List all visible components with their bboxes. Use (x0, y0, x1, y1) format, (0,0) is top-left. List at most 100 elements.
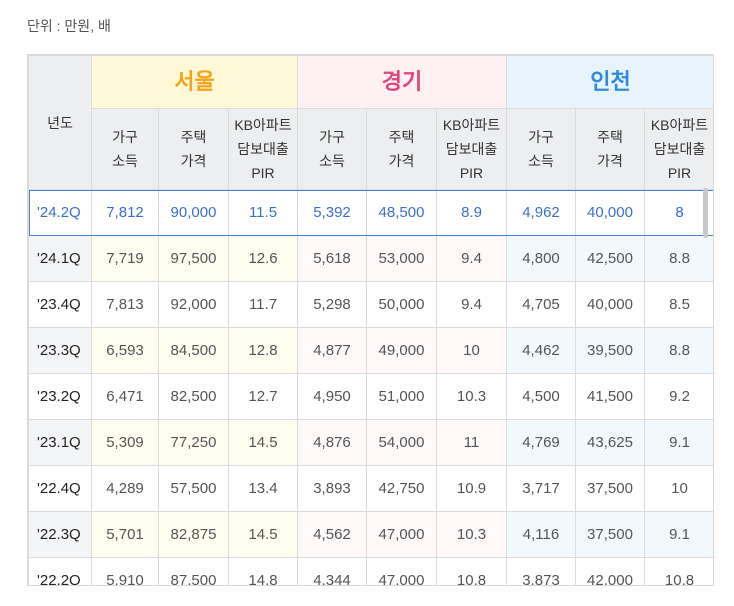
value-cell: 4,500 (506, 373, 576, 420)
subcol-header-line: KB아파트 (650, 117, 709, 133)
value-cell: 5,701 (91, 511, 159, 558)
value-cell: 9.1 (644, 419, 713, 466)
value-cell: 42,750 (366, 465, 437, 512)
value-cell: 4,769 (506, 419, 576, 466)
value-cell: 12.6 (228, 235, 298, 282)
value-cell: 54,000 (366, 419, 437, 466)
value-cell: 7,812 (91, 189, 159, 236)
year-cell: '23.4Q (28, 281, 92, 328)
scrollbar-thumb[interactable] (703, 188, 708, 238)
value-cell: 41,500 (575, 373, 645, 420)
value-cell: 4,289 (91, 465, 159, 512)
year-header: 년도 (28, 55, 92, 190)
subcol-header-line: 가구 (112, 129, 138, 145)
value-cell: 47,000 (366, 557, 437, 585)
subcol-header-line: 담보대출 (653, 141, 706, 157)
subcol-header-line: 주택 (388, 129, 415, 145)
table-row[interactable]: '24.1Q 7,719 97,500 12.6 5,618 53,000 9.4 4,800… (28, 235, 713, 282)
value-cell: 3,873 (506, 557, 576, 585)
year-cell: '23.3Q (28, 327, 92, 374)
value-cell: 8.8 (644, 235, 713, 282)
value-cell: 4,344 (297, 557, 367, 585)
value-cell: 5,298 (297, 281, 367, 328)
year-cell: '22.2Q (28, 557, 92, 585)
value-cell: 87,500 (158, 557, 229, 585)
subcol-header-line: 가구 (528, 129, 554, 145)
subcol-header-line: PIR (667, 165, 692, 181)
value-cell: 7,813 (91, 281, 159, 328)
value-cell: 10.8 (644, 557, 713, 585)
subcol-header-line: 가격 (388, 153, 415, 169)
table-row[interactable]: '24.2Q 7,812 90,000 11.5 5,392 48,500 8.9 4,962… (28, 189, 713, 236)
value-cell: 39,500 (575, 327, 645, 374)
table-row[interactable]: '23.4Q 7,813 92,000 11.7 5,298 50,000 9.4 4,705… (28, 281, 713, 328)
value-cell: 14.8 (228, 557, 298, 585)
value-cell: 10 (436, 327, 507, 374)
subcol-header-line: KB아파트 (442, 117, 501, 133)
value-cell: 4,876 (297, 419, 367, 466)
subcol-header: 주택 가격 (158, 108, 229, 190)
value-cell: 40,000 (575, 189, 645, 236)
value-cell: 14.5 (228, 419, 298, 466)
year-cell: '24.2Q (28, 189, 92, 236)
value-cell: 5,618 (297, 235, 367, 282)
value-cell: 53,000 (366, 235, 437, 282)
value-cell: 42,500 (575, 235, 645, 282)
value-cell: 48,500 (366, 189, 437, 236)
value-cell: 43,625 (575, 419, 645, 466)
subcol-header: 가구소득 (297, 108, 367, 190)
value-cell: 11 (436, 419, 507, 466)
table-row[interactable]: '22.2Q 5,910 87,500 14.8 4,344 47,000 10.8 3,87… (28, 557, 713, 585)
value-cell: 14.5 (228, 511, 298, 558)
subcol-header-line: 소득 (319, 153, 345, 169)
table-row[interactable]: '23.3Q 6,593 84,500 12.8 4,877 49,000 10 4,462 3… (28, 327, 713, 374)
value-cell: 6,593 (91, 327, 159, 374)
value-cell: 4,950 (297, 373, 367, 420)
year-cell: '22.3Q (28, 511, 92, 558)
value-cell: 6,471 (91, 373, 159, 420)
value-cell: 4,562 (297, 511, 367, 558)
city-header-gyeonggi: 경기 (297, 55, 507, 109)
subcol-header-line: PIR (251, 165, 275, 181)
subcol-header-line: 가구 (319, 129, 345, 145)
table-row[interactable]: '22.3Q 5,701 82,875 14.5 4,562 47,000 10.3 4,11… (28, 511, 713, 558)
subcol-header: KB아파트 담보대출 PIR (228, 108, 298, 190)
value-cell: 49,000 (366, 327, 437, 374)
subcol-header-line: 담보대출 (237, 141, 289, 157)
subcol-header-line: 주택 (597, 129, 623, 145)
table-row[interactable]: '23.2Q 6,471 82,500 12.7 4,950 51,000 10.3 4,50… (28, 373, 713, 420)
value-cell: 4,962 (506, 189, 576, 236)
value-cell: 82,875 (158, 511, 229, 558)
value-cell: 37,500 (575, 465, 645, 512)
value-cell: 11.7 (228, 281, 298, 328)
subcol-header-line: PIR (459, 165, 484, 181)
value-cell: 10.3 (436, 373, 507, 420)
value-cell: 47,000 (366, 511, 437, 558)
value-cell: 12.8 (228, 327, 298, 374)
year-cell: '22.4Q (28, 465, 92, 512)
value-cell: 5,309 (91, 419, 159, 466)
value-cell: 90,000 (158, 189, 229, 236)
subcol-header-line: 소득 (528, 153, 554, 169)
subcol-header-line: 소득 (112, 153, 138, 169)
value-cell: 82,500 (158, 373, 229, 420)
value-cell: 84,500 (158, 327, 229, 374)
value-cell: 37,500 (575, 511, 645, 558)
value-cell: 7,719 (91, 235, 159, 282)
value-cell: 3,893 (297, 465, 367, 512)
subcol-header: 가구소득 (91, 108, 159, 190)
value-cell: 4,877 (297, 327, 367, 374)
value-cell: 8.9 (436, 189, 507, 236)
subcol-header-line: 담보대출 (445, 141, 498, 157)
pir-table-container: 년도 서울 경기 인천 가구 소득 주택 가격 KB아파트 담보대출 PIR 가구 소득 주택 가격 KB아파… (27, 54, 714, 586)
value-cell: 11.5 (228, 189, 298, 236)
value-cell: 13.4 (228, 465, 298, 512)
table-row[interactable]: '23.1Q 5,309 77,250 14.5 4,876 54,000 11 4,769 4… (28, 419, 713, 466)
subcol-header-line: 가격 (180, 153, 207, 169)
table-row[interactable]: '22.4Q 4,289 57,500 13.4 3,893 42,750 10.9 3,71… (28, 465, 713, 512)
value-cell: 10.8 (436, 557, 507, 585)
subcol-header: KB아파트담보대출 PIR (644, 108, 713, 190)
subcol-header-line: 가격 (597, 153, 623, 169)
value-cell: 4,462 (506, 327, 576, 374)
city-header-incheon: 인천 (506, 55, 713, 109)
